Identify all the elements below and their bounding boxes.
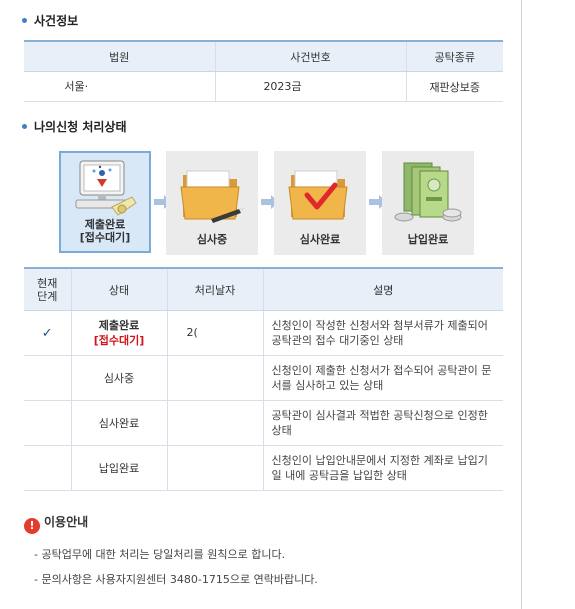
table-row: 심사중 신청인이 제출한 신청서가 접수되어 공탁관이 문서를 심사하고 있는 … bbox=[24, 355, 503, 401]
date-cell bbox=[167, 445, 264, 491]
computer-document-icon bbox=[75, 160, 137, 216]
header-case-no: 사건번호 bbox=[215, 41, 407, 72]
step-label: 제출완료 [접수대기] bbox=[79, 218, 131, 244]
table-row: ✓ 제출완료 [접수대기] 2( 신청인이 작성한 신청서와 첨부서류가 제출되어… bbox=[24, 310, 503, 356]
step-paid: 납입완료 bbox=[382, 151, 474, 255]
deposit-type-cell: 재판상보증 bbox=[406, 71, 503, 102]
desc-cell: 신청인이 납입안내문에서 지정한 계좌로 납입기일 내에 공탁금을 납입한 상태 bbox=[263, 445, 503, 491]
current-cell bbox=[24, 400, 72, 446]
folder-pencil-icon bbox=[180, 170, 245, 223]
notice-title: ! 이용안내 bbox=[24, 513, 88, 534]
current-cell bbox=[24, 445, 72, 491]
date-cell bbox=[167, 355, 264, 401]
state-cell: 제출완료 [접수대기] bbox=[71, 310, 168, 356]
header-state: 상태 bbox=[71, 268, 168, 311]
state-cell: 심사완료 bbox=[71, 400, 168, 446]
alert-icon: ! bbox=[24, 518, 40, 534]
header-court: 법원 bbox=[24, 41, 216, 72]
table-row: 납입완료 신청인이 납입안내문에서 지정한 계좌로 납입기일 내에 공탁금을 납… bbox=[24, 445, 503, 491]
header-date: 처리날자 bbox=[167, 268, 264, 311]
state-cell: 납입완료 bbox=[71, 445, 168, 491]
court-cell: 서울· bbox=[24, 71, 216, 102]
case-no-cell: 2023금 bbox=[215, 71, 407, 102]
case-info-table: 법원 사건번호 공탁종류 서울· 2023금 재판상보증 bbox=[24, 40, 503, 102]
desc-cell: 공탁관이 심사결과 적법한 공탁신청으로 인정한 상태 bbox=[263, 400, 503, 446]
current-check-icon: ✓ bbox=[24, 310, 72, 356]
current-cell bbox=[24, 355, 72, 401]
notice-line: - 공탁업무에 대한 처리는 당일처리를 원칙으로 합니다. bbox=[34, 548, 286, 561]
redaction-mask bbox=[88, 79, 175, 95]
redaction-mask bbox=[301, 79, 358, 95]
bullet-icon bbox=[22, 18, 27, 23]
date-cell: 2( bbox=[167, 310, 264, 356]
notice-line: - 문의사항은 사용자지원센터 3480-1715으로 연락바랍니다. bbox=[34, 573, 318, 586]
step-label: 심사중 bbox=[196, 233, 228, 246]
status-table: 현재 단계 상태 처리날자 설명 ✓ 제출완료 [접수대기] 2( 신청인이 작성한… bbox=[24, 267, 503, 491]
progress-title: 나의신청 처리상태 bbox=[22, 118, 127, 135]
step-label: 납입완료 bbox=[407, 233, 449, 246]
state-cell: 심사중 bbox=[71, 355, 168, 401]
header-current-step: 현재 단계 bbox=[24, 268, 72, 311]
step-reviewed: 심사완료 bbox=[274, 151, 366, 255]
header-deposit-type: 공탁종류 bbox=[406, 41, 503, 72]
folder-check-icon bbox=[288, 170, 348, 220]
case-info-title: 사건정보 bbox=[22, 12, 78, 29]
header-desc: 설명 bbox=[263, 268, 503, 311]
step-submitted: 제출완료 [접수대기] bbox=[59, 151, 151, 253]
step-reviewing: 심사중 bbox=[166, 151, 258, 255]
desc-cell: 신청인이 제출한 신청서가 접수되어 공탁관이 문서를 심사하고 있는 상태 bbox=[263, 355, 503, 401]
desc-cell: 신청인이 작성한 신청서와 첨부서류가 제출되어 공탁관의 접수 대기중인 상태 bbox=[263, 310, 503, 356]
redaction-mask bbox=[197, 313, 254, 353]
content-right-border bbox=[521, 0, 522, 609]
money-bills-icon bbox=[394, 162, 462, 222]
date-cell bbox=[167, 400, 264, 446]
bullet-icon bbox=[22, 124, 27, 129]
table-row: 심사완료 공탁관이 심사결과 적법한 공탁신청으로 인정한 상태 bbox=[24, 400, 503, 446]
step-label: 심사완료 bbox=[299, 233, 341, 246]
